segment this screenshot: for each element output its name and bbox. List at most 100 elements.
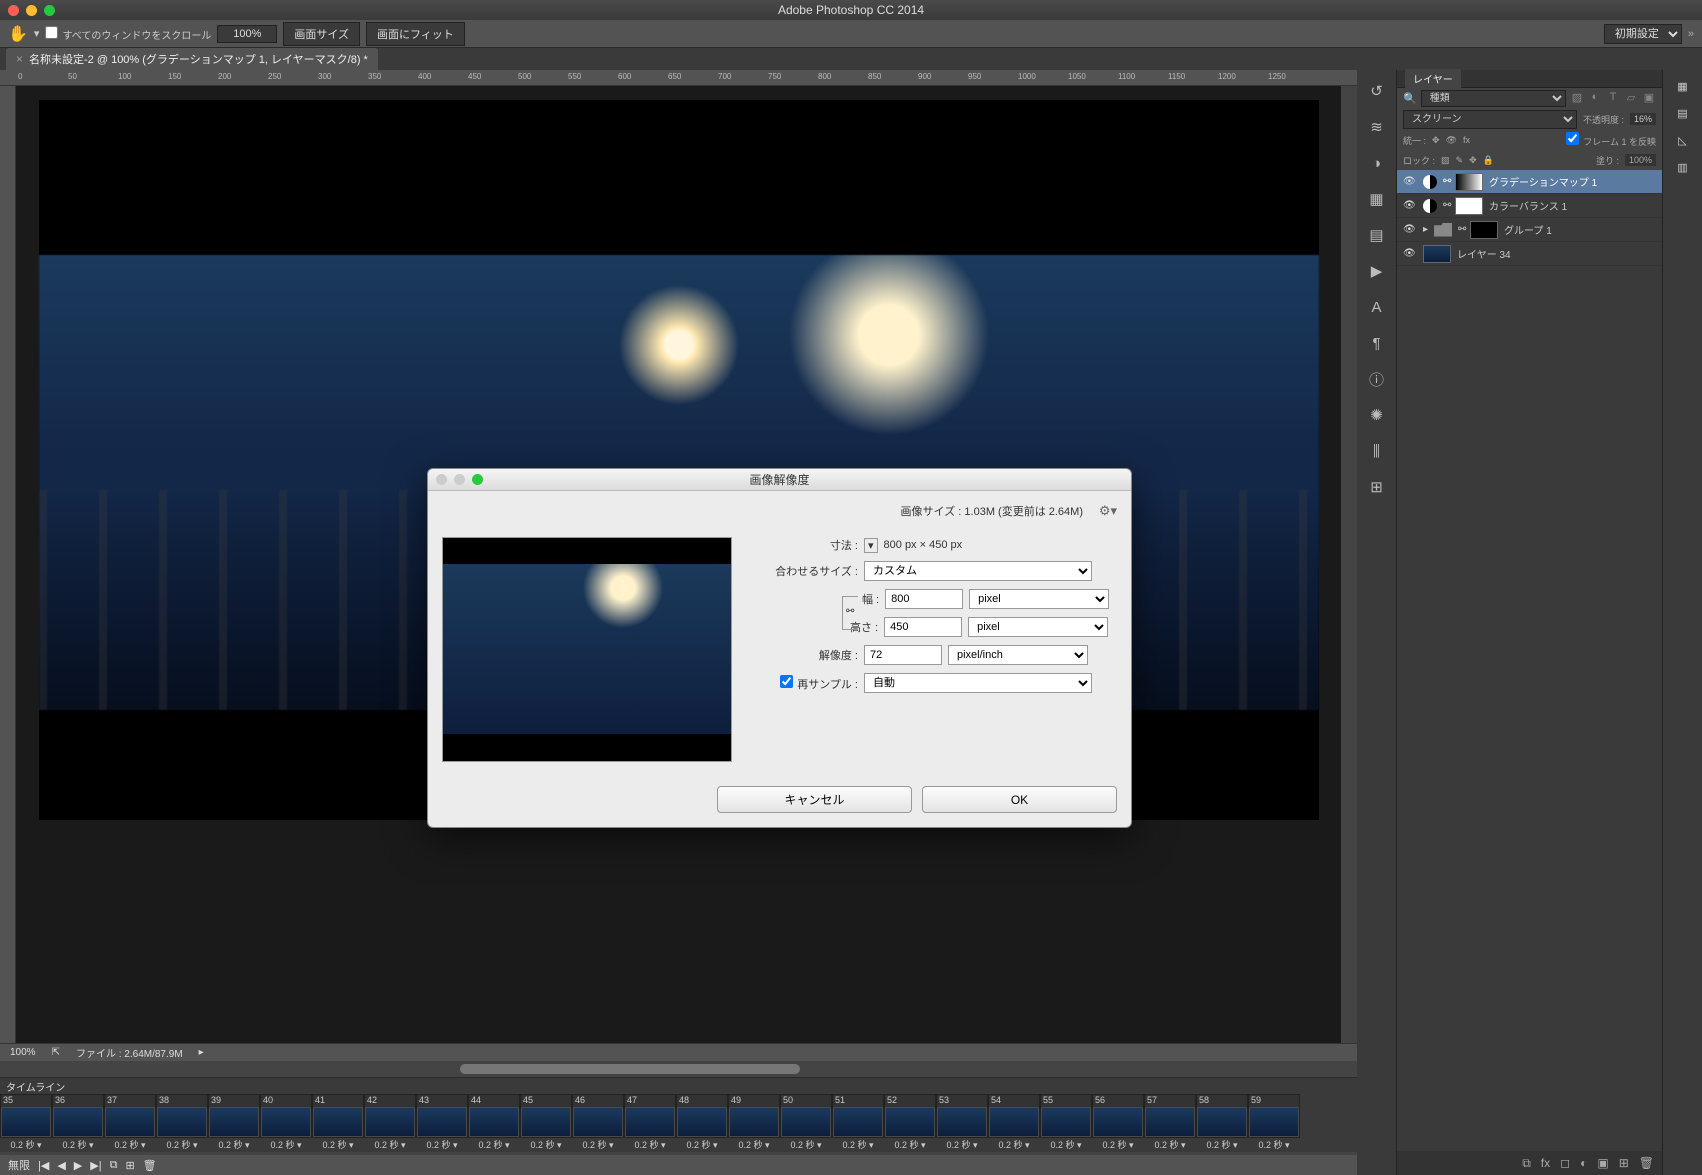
resample-label[interactable]: 再サンプル : xyxy=(748,675,858,692)
layer-row[interactable]: 👁⚯グラデーションマップ 1 xyxy=(1397,170,1662,194)
propagate-frame-checkbox[interactable]: フレーム 1 を反映 xyxy=(1566,132,1656,148)
timeline-frame[interactable]: 38 xyxy=(156,1094,208,1138)
visibility-icon[interactable]: 👁 xyxy=(1403,200,1417,211)
visibility-icon[interactable]: 👁 xyxy=(1403,224,1417,235)
frame-duration[interactable]: 0.2 秒 ▾ xyxy=(364,1138,416,1152)
frame-duration[interactable]: 0.2 秒 ▾ xyxy=(260,1138,312,1152)
zoom-input[interactable] xyxy=(217,25,277,43)
layers-panel-tab[interactable]: レイヤー xyxy=(1397,70,1662,88)
layer-kind-select[interactable]: 種類 xyxy=(1421,90,1566,107)
frame-duration[interactable]: 0.2 秒 ▾ xyxy=(780,1138,832,1152)
actions-icon[interactable]: ≋ xyxy=(1366,116,1388,138)
frame-duration[interactable]: 0.2 秒 ▾ xyxy=(676,1138,728,1152)
minimize-window-button[interactable] xyxy=(26,5,37,16)
unify-pos-icon[interactable]: ✥ xyxy=(1432,135,1440,146)
timeline-frame[interactable]: 36 xyxy=(52,1094,104,1138)
resolution-unit-select[interactable]: pixel/inch xyxy=(948,645,1088,665)
new-adjustment-icon[interactable]: ◐ xyxy=(1580,1156,1587,1170)
frame-duration[interactable]: 0.2 秒 ▾ xyxy=(416,1138,468,1152)
timeline-frame[interactable]: 56 xyxy=(1092,1094,1144,1138)
timeline-frame[interactable]: 41 xyxy=(312,1094,364,1138)
timeline-frames[interactable]: 3536373839404142434445464748495051525354… xyxy=(0,1094,1357,1138)
fit-window-button[interactable]: 画面にフィット xyxy=(366,22,465,46)
timeline-frame[interactable]: 59 xyxy=(1248,1094,1300,1138)
timeline-frame[interactable]: 40 xyxy=(260,1094,312,1138)
frame-duration[interactable]: 0.2 秒 ▾ xyxy=(728,1138,780,1152)
channels-icon[interactable]: ▤ xyxy=(1677,107,1687,120)
layer-row[interactable]: 👁▸⚯グループ 1 xyxy=(1397,218,1662,242)
timeline-frame[interactable]: 51 xyxy=(832,1094,884,1138)
filter-smart-icon[interactable]: ▣ xyxy=(1642,91,1656,105)
next-frame-button[interactable]: ▶| xyxy=(90,1159,101,1172)
frame-duration[interactable]: 0.2 秒 ▾ xyxy=(832,1138,884,1152)
color-icon[interactable]: ▦ xyxy=(1677,80,1687,93)
layer-fx-icon[interactable]: fx xyxy=(1541,1156,1550,1170)
dialog-close-button[interactable] xyxy=(436,474,447,485)
lock-all-icon[interactable]: 🔒 xyxy=(1483,155,1494,166)
frame-duration[interactable]: 0.2 秒 ▾ xyxy=(884,1138,936,1152)
styles-icon[interactable]: ▤ xyxy=(1366,224,1388,246)
frame-duration[interactable]: 0.2 秒 ▾ xyxy=(1092,1138,1144,1152)
timeline-frame[interactable]: 35 xyxy=(0,1094,52,1138)
ok-button[interactable]: OK xyxy=(922,786,1117,813)
width-unit-select[interactable]: pixel xyxy=(969,589,1109,609)
frame-duration[interactable]: 0.2 秒 ▾ xyxy=(1248,1138,1300,1152)
ruler-horizontal[interactable]: 0501001502002503003504004505005506006507… xyxy=(0,70,1357,86)
frame-duration[interactable]: 0.2 秒 ▾ xyxy=(1144,1138,1196,1152)
filter-type-icon[interactable]: T xyxy=(1606,91,1620,105)
frame-duration[interactable]: 0.2 秒 ▾ xyxy=(0,1138,52,1152)
timeline-frame[interactable]: 49 xyxy=(728,1094,780,1138)
paragraph-icon[interactable]: ¶ xyxy=(1366,332,1388,354)
histogram-icon[interactable]: ⫼ xyxy=(1366,440,1388,462)
cancel-button[interactable]: キャンセル xyxy=(717,786,912,813)
delete-frame-button[interactable]: 🗑 xyxy=(143,1159,157,1172)
paths-icon[interactable]: ◺ xyxy=(1678,134,1686,147)
height-input[interactable] xyxy=(884,617,962,637)
filter-pixel-icon[interactable]: ▨ xyxy=(1570,91,1584,105)
new-frame-button[interactable]: ⊞ xyxy=(125,1159,134,1172)
filter-shape-icon[interactable]: ▱ xyxy=(1624,91,1638,105)
dialog-gear-icon[interactable]: ⚙▾ xyxy=(1099,503,1117,519)
frame-duration[interactable]: 0.2 秒 ▾ xyxy=(520,1138,572,1152)
frame-duration[interactable]: 0.2 秒 ▾ xyxy=(1040,1138,1092,1152)
timeline-frame[interactable]: 54 xyxy=(988,1094,1040,1138)
prev-frame-button[interactable]: ◀ xyxy=(57,1159,65,1172)
dialog-titlebar[interactable]: 画像解像度 xyxy=(428,469,1131,491)
close-tab-icon[interactable]: × xyxy=(16,52,23,66)
fill-value[interactable]: 100% xyxy=(1625,154,1656,166)
timeline-frame[interactable]: 48 xyxy=(676,1094,728,1138)
adjustments-icon[interactable]: ✺ xyxy=(1366,404,1388,426)
frame-duration[interactable]: 0.2 秒 ▾ xyxy=(312,1138,364,1152)
height-unit-select[interactable]: pixel xyxy=(968,617,1108,637)
lock-pos-icon[interactable]: ✥ xyxy=(1469,155,1477,166)
link-dimensions-icon[interactable]: ⚯ xyxy=(842,596,858,630)
timeline-frame[interactable]: 52 xyxy=(884,1094,936,1138)
frame-duration[interactable]: 0.2 秒 ▾ xyxy=(468,1138,520,1152)
workspace-select[interactable]: 初期設定 xyxy=(1604,24,1682,44)
timeline-frame[interactable]: 50 xyxy=(780,1094,832,1138)
scrollbar-vertical[interactable] xyxy=(1341,86,1357,1043)
timeline-frame[interactable]: 46 xyxy=(572,1094,624,1138)
unify-style-icon[interactable]: fx xyxy=(1463,135,1470,145)
hand-tool-icon[interactable]: ✋ xyxy=(8,24,28,44)
timeline-frame[interactable]: 37 xyxy=(104,1094,156,1138)
filter-adjust-icon[interactable]: ◐ xyxy=(1588,91,1602,105)
unify-vis-icon[interactable]: 👁 xyxy=(1446,135,1457,146)
frame-duration[interactable]: 0.2 秒 ▾ xyxy=(624,1138,676,1152)
frame-duration[interactable]: 0.2 秒 ▾ xyxy=(208,1138,260,1152)
frame-duration[interactable]: 0.2 秒 ▾ xyxy=(1196,1138,1248,1152)
new-layer-icon[interactable]: ⊞ xyxy=(1619,1156,1629,1170)
status-zoom[interactable]: 100% xyxy=(10,1047,36,1058)
play-button[interactable]: ▶ xyxy=(74,1159,82,1172)
navigator-icon[interactable]: ⊞ xyxy=(1366,476,1388,498)
frame-duration[interactable]: 0.2 秒 ▾ xyxy=(572,1138,624,1152)
blend-mode-select[interactable]: スクリーン xyxy=(1403,110,1577,129)
visibility-icon[interactable]: 👁 xyxy=(1403,176,1417,187)
workspace-menu-icon[interactable]: » xyxy=(1688,28,1694,40)
timeline-tab[interactable]: タイムライン xyxy=(6,1079,65,1094)
layers-list[interactable]: 👁⚯グラデーションマップ 1👁⚯カラーバランス 1👁▸⚯グループ 1👁レイヤー … xyxy=(1397,170,1662,1151)
timeline-frame[interactable]: 45 xyxy=(520,1094,572,1138)
timeline-frame[interactable]: 53 xyxy=(936,1094,988,1138)
fit-screen-button[interactable]: 画面サイズ xyxy=(283,22,360,46)
timeline-frame[interactable]: 44 xyxy=(468,1094,520,1138)
